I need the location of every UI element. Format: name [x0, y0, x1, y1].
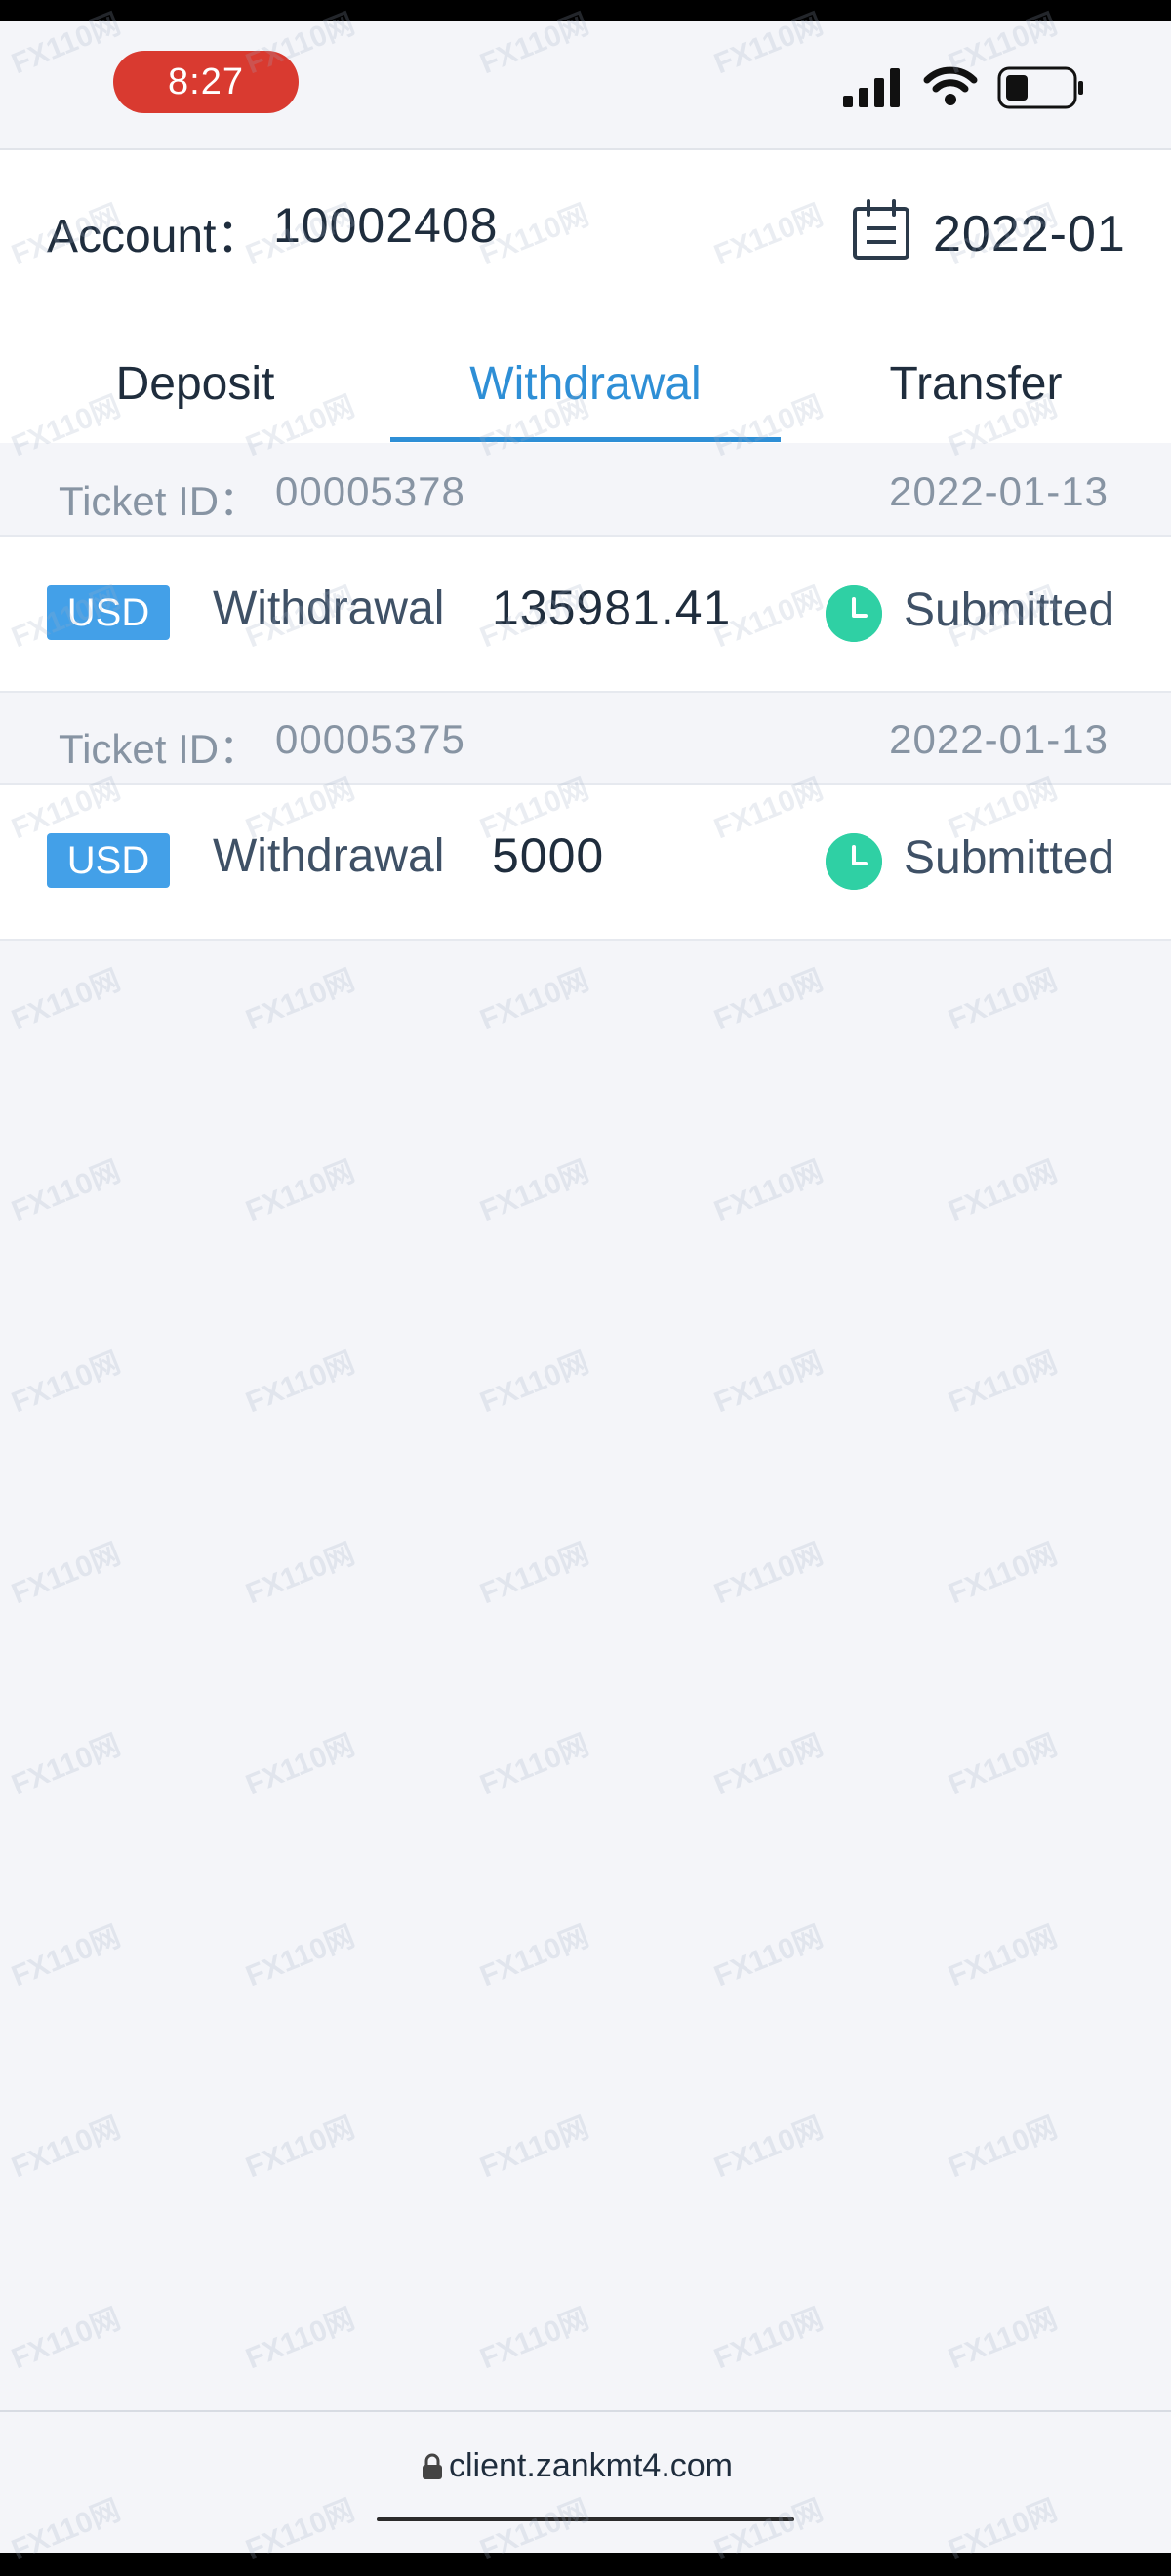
- watermark-text: FX110网: [709, 2112, 828, 2185]
- watermark-text: FX110网: [709, 2303, 828, 2376]
- watermark-text: FX110网: [7, 1538, 125, 1611]
- transaction-status: Submitted: [904, 584, 1115, 636]
- tab-deposit[interactable]: Deposit: [0, 345, 390, 443]
- month-selector[interactable]: 2022-01: [933, 205, 1126, 263]
- account-label: Account：: [47, 211, 263, 262]
- watermark-text: FX110网: [241, 1155, 359, 1228]
- watermark-text: FX110网: [241, 1920, 359, 1993]
- ticket-id-label: Ticket ID：: [59, 478, 261, 524]
- watermark-text: FX110网: [241, 1347, 359, 1420]
- active-tab-indicator: [390, 437, 781, 442]
- watermark-text: FX110网: [475, 1155, 593, 1228]
- status-bar: 8:27: [0, 21, 1171, 150]
- watermark-text: FX110网: [475, 2112, 593, 2185]
- watermark-text: FX110网: [475, 2303, 593, 2376]
- ticket-header: Ticket ID： 00005378 2022-01-13: [0, 445, 1171, 535]
- transaction-status: Submitted: [904, 832, 1115, 884]
- watermark-text: FX110网: [709, 1155, 828, 1228]
- ticket-id: 00005375: [275, 716, 465, 762]
- ticket-id-label: Ticket ID：: [59, 726, 261, 772]
- watermark-text: FX110网: [7, 1155, 125, 1228]
- bottom-black-edge: [0, 2553, 1171, 2576]
- watermark-text: FX110网: [475, 1538, 593, 1611]
- transaction-type: Withdrawal: [213, 583, 445, 634]
- watermark-text: FX110网: [241, 964, 359, 1037]
- watermark-text: FX110网: [709, 1347, 828, 1420]
- watermark-text: FX110网: [241, 1538, 359, 1611]
- watermark-text: FX110网: [241, 2303, 359, 2376]
- transaction-amount: 5000: [492, 828, 605, 883]
- tab-withdrawal[interactable]: Withdrawal: [390, 345, 781, 443]
- watermark-text: FX110网: [944, 1155, 1062, 1228]
- watermark-text: FX110网: [475, 964, 593, 1037]
- watermark-text: FX110网: [944, 1920, 1062, 1993]
- calendar-icon[interactable]: [851, 199, 911, 262]
- lock-icon: [423, 2453, 442, 2479]
- watermark-text: FX110网: [944, 2303, 1062, 2376]
- clock-icon: [826, 833, 882, 890]
- watermark-text: FX110网: [944, 1347, 1062, 1420]
- watermark-text: FX110网: [944, 1729, 1062, 1802]
- ticket-row[interactable]: USD Withdrawal 135981.41 Submitted: [0, 535, 1171, 693]
- watermark-text: FX110网: [7, 1347, 125, 1420]
- watermark-text: FX110网: [7, 1729, 125, 1802]
- watermark-text: FX110网: [475, 1729, 593, 1802]
- watermark-text: FX110网: [709, 1729, 828, 1802]
- browser-address-bar[interactable]: client.zankmt4.com: [0, 2410, 1171, 2555]
- account-number: 10002408: [273, 198, 499, 253]
- watermark-text: FX110网: [709, 1920, 828, 1993]
- watermark-text: FX110网: [7, 2303, 125, 2376]
- watermark-text: FX110网: [241, 1729, 359, 1802]
- currency-badge: USD: [47, 585, 170, 640]
- watermark-text: FX110网: [944, 964, 1062, 1037]
- watermark-text: FX110网: [241, 2112, 359, 2185]
- ticket-date: 2022-01-13: [889, 716, 1109, 762]
- tab-bar: Deposit Withdrawal Transfer: [0, 345, 1171, 443]
- watermark-text: FX110网: [709, 964, 828, 1037]
- account-header: Account： 10002408 2022-01 Deposit Withdr…: [0, 150, 1171, 443]
- top-black-edge: [0, 0, 1171, 21]
- status-time: 8:27: [113, 51, 299, 113]
- wifi-icon: [923, 66, 978, 105]
- clock-icon: [826, 585, 882, 642]
- transaction-type: Withdrawal: [213, 830, 445, 882]
- transaction-amount: 135981.41: [492, 581, 732, 635]
- watermark-text: FX110网: [709, 1538, 828, 1611]
- signal-icon: [843, 68, 900, 107]
- watermark-text: FX110网: [475, 1347, 593, 1420]
- ticket-row[interactable]: USD Withdrawal 5000 Submitted: [0, 783, 1171, 941]
- watermark-text: FX110网: [944, 1538, 1062, 1611]
- home-indicator[interactable]: [377, 2517, 794, 2521]
- watermark-text: FX110网: [475, 1920, 593, 1993]
- ticket-header: Ticket ID： 00005375 2022-01-13: [0, 693, 1171, 783]
- ticket-id: 00005378: [275, 468, 465, 514]
- watermark-text: FX110网: [7, 2112, 125, 2185]
- battery-icon: [997, 66, 1083, 109]
- tab-transfer[interactable]: Transfer: [781, 345, 1171, 443]
- currency-badge: USD: [47, 833, 170, 888]
- url-text[interactable]: client.zankmt4.com: [449, 2447, 733, 2485]
- watermark-text: FX110网: [7, 964, 125, 1037]
- watermark-text: FX110网: [7, 1920, 125, 1993]
- ticket-date: 2022-01-13: [889, 468, 1109, 514]
- watermark-text: FX110网: [944, 2112, 1062, 2185]
